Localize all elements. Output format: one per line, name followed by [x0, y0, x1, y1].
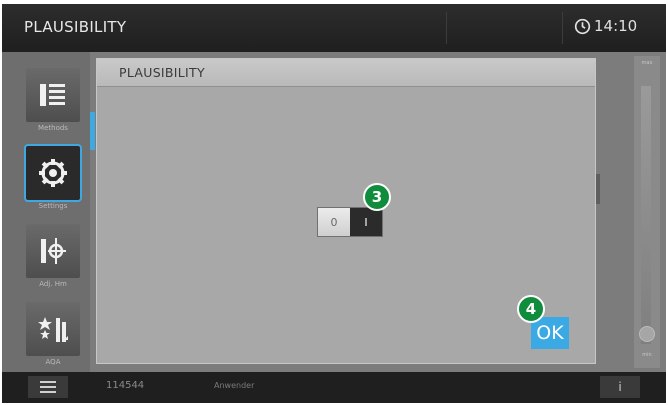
sidebar-item-label: Adj. Hm	[39, 280, 67, 288]
step-badge-toggle: 3	[363, 183, 391, 211]
active-indicator	[90, 112, 95, 150]
scale-min-label: min	[642, 352, 652, 358]
step-badge-ok: 4	[517, 295, 545, 323]
title-separator	[446, 12, 447, 44]
clock: 14:10	[574, 17, 637, 35]
scale-max-label: max	[641, 60, 653, 66]
sidebar-item-label: Methods	[38, 124, 68, 132]
page-title: PLAUSIBILITY	[24, 18, 127, 36]
title-bar: PLAUSIBILITY 14:10	[2, 4, 666, 52]
sidebar-item-settings[interactable]: Settings	[24, 144, 82, 214]
toggle-on-option[interactable]: I	[350, 208, 382, 236]
clock-time: 14:10	[594, 17, 638, 35]
title-separator	[562, 12, 563, 44]
sidebar-item-adjust[interactable]: Adj. Hm	[24, 224, 82, 292]
user-account: Anwender	[214, 381, 255, 390]
sidebar-item-methods[interactable]: Methods	[24, 68, 82, 136]
menu-icon	[40, 381, 56, 393]
ok-button[interactable]: OK	[531, 317, 569, 349]
sidebar: Methods Settings Adj. Hm AQA	[2, 52, 90, 372]
adjust-icon	[41, 238, 66, 264]
dialog-header: PLAUSIBILITY	[97, 59, 595, 87]
sidebar-item-label: AQA	[45, 358, 61, 366]
dialog-title: PLAUSIBILITY	[119, 65, 205, 80]
menu-button[interactable]	[28, 376, 68, 398]
plausibility-dialog: PLAUSIBILITY 0 I 3 OK 4	[96, 58, 596, 364]
sidebar-item-label: Settings	[38, 202, 68, 210]
aqa-stars-icon	[38, 317, 68, 342]
device-screen: PLAUSIBILITY 14:10 Methods Settings Adj.…	[2, 4, 666, 403]
methods-icon	[40, 84, 65, 106]
clock-icon	[574, 18, 591, 34]
scale-knob[interactable]	[639, 326, 655, 342]
toggle-off-option[interactable]: 0	[318, 208, 350, 236]
scale-track	[641, 86, 651, 344]
level-scale: max min	[634, 56, 660, 368]
serial-number: 114544	[106, 380, 145, 391]
plausibility-toggle[interactable]: 0 I	[317, 207, 383, 237]
settings-gear-icon	[39, 159, 67, 187]
sidebar-item-aqa[interactable]: AQA	[24, 302, 82, 370]
dialog-edge-notch	[596, 174, 600, 204]
status-bar: 114544 Anwender i	[2, 372, 666, 403]
info-button[interactable]: i	[600, 376, 640, 398]
